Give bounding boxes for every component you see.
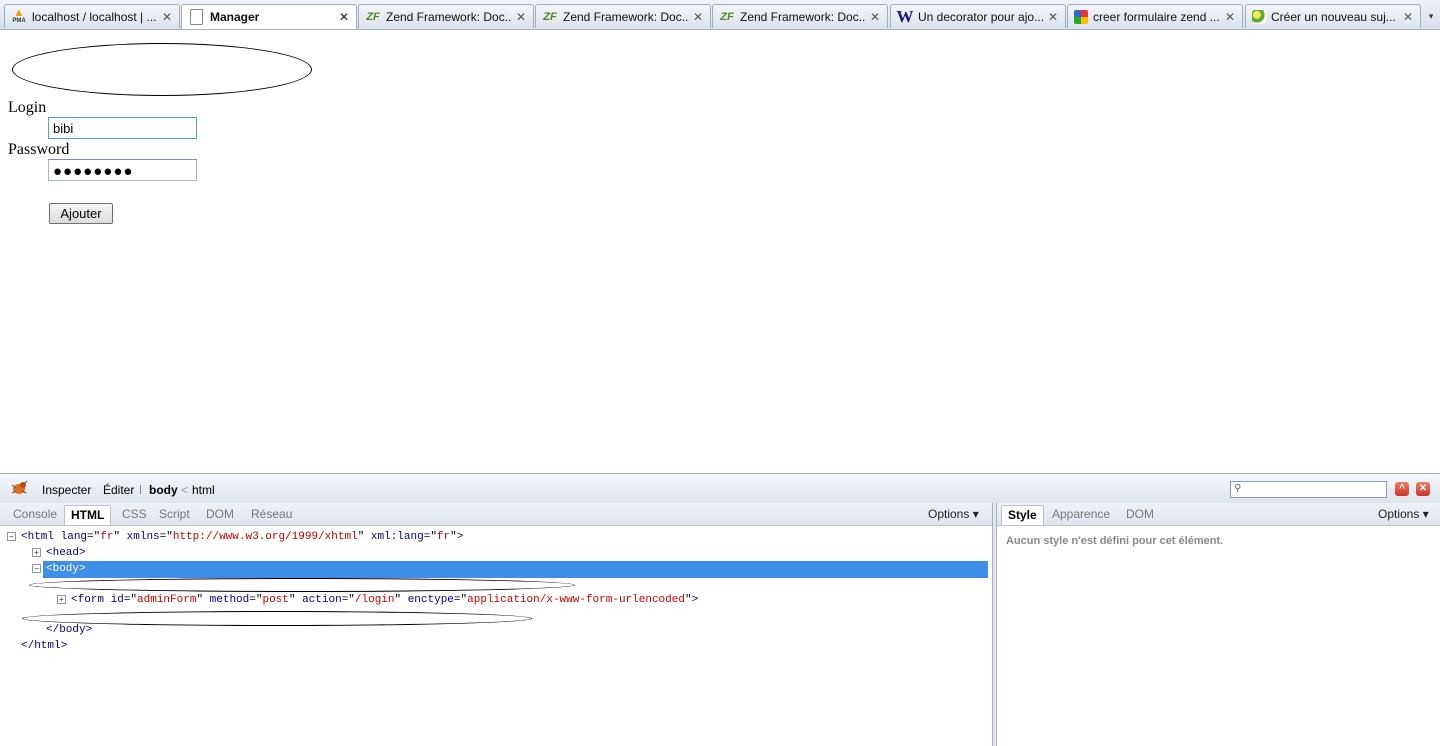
page-content: Login Password ●●●●●●●● Ajouter <box>0 30 1440 473</box>
google-icon <box>1074 9 1088 24</box>
options-menu[interactable]: Options ▾ <box>928 507 979 521</box>
firebug-search-input[interactable]: ⚲ <box>1230 481 1387 498</box>
tab-forum[interactable]: Créer un nouveau suj... ✕ <box>1245 4 1421 28</box>
submit-button[interactable]: Ajouter <box>49 203 113 224</box>
tab-list-chevron-down-icon[interactable]: ▾ <box>1424 6 1438 26</box>
browser-tab-strip: ▲ PMA localhost / localhost | ... ✕ Manag… <box>0 0 1440 30</box>
tab-script[interactable]: Script <box>153 505 196 524</box>
tab-console[interactable]: Console <box>7 505 63 524</box>
breadcrumb-html[interactable]: html <box>192 483 215 497</box>
tab-decorator[interactable]: W Un decorator pour ajo... ✕ <box>890 4 1066 28</box>
inspect-button[interactable]: Inspecter <box>42 483 91 497</box>
tab-zend-doc-3[interactable]: ZF Zend Framework: Doc... ✕ <box>712 4 888 28</box>
tab-dom[interactable]: DOM <box>200 505 240 524</box>
tab-title: creer formulaire zend ... <box>1093 9 1220 24</box>
tab-phpmyadmin[interactable]: ▲ PMA localhost / localhost | ... ✕ <box>4 4 180 28</box>
toolbar-separator <box>140 485 141 494</box>
tab-side-dom[interactable]: DOM <box>1120 505 1160 524</box>
tree-node-body-close[interactable]: </body> <box>46 622 92 638</box>
tab-network[interactable]: Réseau <box>245 505 298 524</box>
tab-title: Zend Framework: Doc... <box>740 9 865 24</box>
close-icon[interactable]: ✕ <box>1416 482 1430 496</box>
tab-html[interactable]: HTML <box>64 505 112 525</box>
firebug-panel: Inspecter Éditer body < html ⚲ ^ ✕ Conso… <box>0 473 1440 746</box>
login-label: Login <box>8 99 47 116</box>
firebug-panel-tabs: Console HTML CSS Script DOM Réseau Optio… <box>0 503 992 526</box>
html-tree: − <html lang="fr" xmlns="http://www.w3.or… <box>0 526 992 746</box>
collapse-icon[interactable]: − <box>7 531 16 541</box>
minimize-icon[interactable]: ^ <box>1395 482 1409 496</box>
tab-title: Un decorator pour ajo... <box>918 9 1043 24</box>
wordpress-icon: W <box>896 6 914 26</box>
firebug-toolbar: Inspecter Éditer body < html ⚲ ^ ✕ <box>0 474 1440 504</box>
tab-google-search[interactable]: creer formulaire zend ... ✕ <box>1067 4 1243 28</box>
style-panel-message: Aucun style n'est défini pour cet élémen… <box>1006 535 1224 547</box>
tree-node-html-close[interactable]: </html> <box>21 638 67 654</box>
breadcrumb-separator: < <box>181 483 189 497</box>
expand-icon[interactable]: + <box>57 594 66 604</box>
search-icon: ⚲ <box>1234 483 1242 494</box>
tab-title: localhost / localhost | ... <box>32 9 157 24</box>
password-label: Password <box>8 141 70 158</box>
login-input[interactable] <box>48 117 197 139</box>
tree-node-body[interactable]: − <body> <box>32 561 86 577</box>
tab-zend-doc-2[interactable]: ZF Zend Framework: Doc... ✕ <box>535 4 711 28</box>
edit-button[interactable]: Éditer <box>103 483 134 497</box>
firebug-icon[interactable] <box>8 479 30 497</box>
expand-icon[interactable]: + <box>32 547 41 557</box>
tab-title: Zend Framework: Doc... <box>386 9 511 24</box>
close-icon[interactable]: ✕ <box>1402 10 1414 24</box>
close-icon[interactable]: ✕ <box>692 10 704 24</box>
close-icon[interactable]: ✕ <box>338 10 350 24</box>
redacted-ellipse <box>12 43 312 96</box>
tab-zend-doc-1[interactable]: ZF Zend Framework: Doc... ✕ <box>358 4 534 28</box>
close-icon[interactable]: ✕ <box>1224 10 1236 24</box>
zend-framework-icon: ZF <box>720 10 734 23</box>
redacted-ellipse <box>29 578 575 592</box>
tab-title: Créer un nouveau suj... <box>1271 9 1396 24</box>
panel-splitter[interactable] <box>992 503 997 746</box>
tab-layout[interactable]: Apparence <box>1046 505 1116 524</box>
collapse-icon[interactable]: − <box>32 563 41 573</box>
tree-node-html[interactable]: − <html lang="fr" xmlns="http://www.w3.or… <box>7 529 463 545</box>
tree-node-head[interactable]: + <head> <box>32 545 86 561</box>
zend-framework-icon: ZF <box>366 10 380 23</box>
forum-icon <box>1252 9 1266 24</box>
tab-title: Manager <box>210 10 260 24</box>
tab-css[interactable]: CSS <box>116 505 153 524</box>
phpmyadmin-icon: ▲ PMA <box>12 6 26 24</box>
tree-node-form[interactable]: + <form id="adminForm" method="post" acti… <box>57 592 698 608</box>
zend-framework-icon: ZF <box>543 10 557 23</box>
close-icon[interactable]: ✕ <box>161 10 173 24</box>
close-icon[interactable]: ✕ <box>1047 10 1059 24</box>
close-icon[interactable]: ✕ <box>515 10 527 24</box>
tab-manager[interactable]: Manager ✕ <box>181 4 357 29</box>
redacted-ellipse <box>22 611 532 626</box>
side-options-menu[interactable]: Options ▾ <box>1378 507 1429 521</box>
close-icon[interactable]: ✕ <box>869 10 881 24</box>
firebug-side-tabs: Style Apparence DOM Options ▾ <box>997 503 1440 526</box>
page-icon <box>190 9 203 25</box>
selected-row-highlight <box>43 561 988 578</box>
tab-title: Zend Framework: Doc... <box>563 9 688 24</box>
breadcrumb-body[interactable]: body <box>149 483 178 497</box>
password-input[interactable] <box>48 159 197 181</box>
tab-style[interactable]: Style <box>1001 505 1044 525</box>
